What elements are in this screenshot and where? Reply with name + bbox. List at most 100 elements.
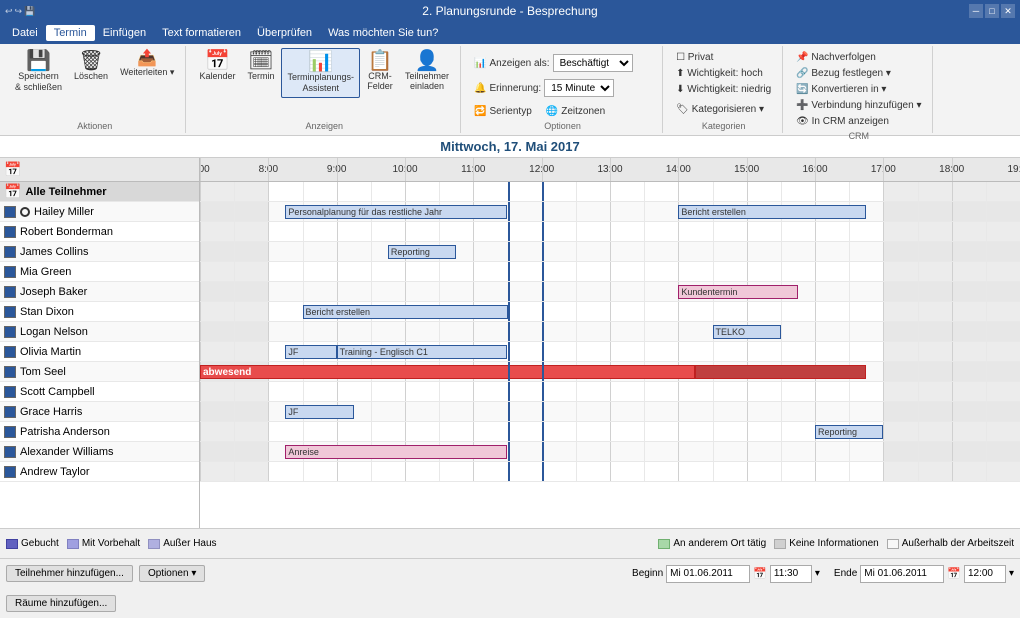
footer-legend: Gebucht Mit Vorbehalt Außer Haus An ande…: [0, 528, 1020, 558]
names-header-icon: 📅: [4, 161, 21, 178]
konvertieren-button[interactable]: 🔄 Konvertieren in ▾: [791, 82, 926, 97]
title-bar: ↩ ↪ 💾 2. Planungsrunde - Besprechung ─ □…: [0, 0, 1020, 22]
participant-row-11: Grace Harris: [0, 402, 199, 422]
legend-keine-info: Keine Informationen: [774, 538, 879, 549]
event-block[interactable]: Training - Englisch C1: [337, 345, 508, 359]
participant-row-6: Stan Dixon: [0, 302, 199, 322]
legend-gebucht: Gebucht: [6, 538, 59, 549]
termin-button[interactable]: 🗓 Termin: [242, 48, 279, 84]
scheduler: 📅 📅Alle TeilnehmerHailey MillerRobert Bo…: [0, 158, 1020, 528]
bezug-button[interactable]: 🔗 Bezug festlegen ▾: [791, 66, 926, 81]
save-close-button[interactable]: 💾 Speichern& schließen: [10, 48, 67, 96]
verbindung-button[interactable]: ➕ Verbindung hinzufügen ▾: [791, 98, 926, 113]
timeline-row-6: Bericht erstellen: [200, 302, 1020, 322]
timeline-row-3: Reporting: [200, 242, 1020, 262]
timeline-row-2: [200, 222, 1020, 242]
participant-row-13: Alexander Williams: [0, 442, 199, 462]
timeline-row-8: JFTraining - Englisch C1: [200, 342, 1020, 362]
time-label-700: 7:00: [200, 164, 210, 175]
event-block[interactable]: Reporting: [388, 245, 456, 259]
second-bottom-bar: Räume hinzufügen...: [0, 588, 1020, 618]
begin-date-input[interactable]: [666, 565, 750, 583]
participant-row-2: Robert Bonderman: [0, 222, 199, 242]
event-block[interactable]: abwesend: [200, 365, 695, 379]
timeline-row-14: [200, 462, 1020, 482]
minimize-button[interactable]: ─: [969, 4, 983, 18]
menu-search[interactable]: Was möchten Sie tun?: [320, 25, 446, 41]
end-time-arrow[interactable]: ▾: [1009, 568, 1014, 579]
serientyp-button[interactable]: 🔁Serientyp: [469, 104, 537, 119]
delete-button[interactable]: 🗑 Löschen: [69, 48, 113, 84]
event-block[interactable]: JF: [285, 405, 353, 419]
participant-row-10: Scott Campbell: [0, 382, 199, 402]
timeline-row-1: Personalplanung für das restliche Jahr Be…: [200, 202, 1020, 222]
timeline-row-9: abwesend: [200, 362, 1020, 382]
timeline-row-11: JF: [200, 402, 1020, 422]
timeline-panel: 7:008:009:0010:0011:0012:0013:0014:0015:…: [200, 158, 1020, 528]
event-block[interactable]: TELKO: [713, 325, 781, 339]
close-button[interactable]: ✕: [1001, 4, 1015, 18]
crm-anzeigen-button[interactable]: 👁 In CRM anzeigen: [791, 114, 926, 129]
ribbon-group-kategorien: ☐ Privat ⬆ Wichtigkeit: hoch ⬇ Wichtigke…: [665, 46, 783, 133]
legend-ausserhalb: Außerhalb der Arbeitszeit: [887, 538, 1014, 549]
forward-button[interactable]: 📤 Weiterleiten ▾: [115, 48, 179, 81]
time-header: 7:008:009:0010:0011:0012:0013:0014:0015:…: [200, 158, 1020, 182]
undo-icon[interactable]: ↩: [5, 6, 13, 17]
add-participant-button[interactable]: Teilnehmer hinzufügen...: [6, 565, 133, 582]
participant-row-14: Andrew Taylor: [0, 462, 199, 482]
timeline-row-10: [200, 382, 1020, 402]
wichtigkeit-niedrig[interactable]: ⬇ Wichtigkeit: niedrig: [671, 82, 776, 97]
end-date-cal-icon[interactable]: 📅: [947, 567, 961, 580]
ribbon: 💾 Speichern& schließen 🗑 Löschen 📤 Weite…: [0, 44, 1020, 136]
end-time-input[interactable]: [964, 565, 1006, 583]
menu-bar: Datei Termin Einfügen Text formatieren Ü…: [0, 22, 1020, 44]
kategorisieren-button[interactable]: 🏷Kategorisieren ▾: [671, 102, 776, 117]
participant-row-0: 📅Alle Teilnehmer: [0, 182, 199, 202]
time-label-1900: 19:00: [1007, 164, 1020, 175]
kalender-button[interactable]: 📅 Kalender: [194, 48, 240, 84]
event-block[interactable]: Reporting: [815, 425, 883, 439]
event-block[interactable]: [695, 365, 866, 379]
nachverfolgen-button[interactable]: 📌 Nachverfolgen: [791, 50, 926, 65]
wichtigkeit-hoch[interactable]: ⬆ Wichtigkeit: hoch: [671, 66, 776, 81]
menu-text-formatieren[interactable]: Text formatieren: [154, 25, 249, 41]
erinnerung-select[interactable]: 🔔Erinnerung: 15 Minuten: [469, 77, 638, 99]
event-block[interactable]: Kundentermin: [678, 285, 798, 299]
legend-mit-vorbehalt: Mit Vorbehalt: [67, 538, 140, 549]
event-block[interactable]: Bericht erstellen: [678, 205, 866, 219]
menu-uberpruefen[interactable]: Überprüfen: [249, 25, 320, 41]
redo-icon[interactable]: ↪: [15, 6, 23, 17]
participant-row-4: Mia Green: [0, 262, 199, 282]
ribbon-group-optionen: 📊Anzeigen als: Beschäftigt 🔔Erinnerung: …: [463, 46, 663, 133]
timeline-row-12: Reporting: [200, 422, 1020, 442]
begin-time-input[interactable]: [770, 565, 812, 583]
event-block[interactable]: Anreise: [285, 445, 507, 459]
terminplanung-button[interactable]: 📊 Terminplanungs-Assistent: [281, 48, 360, 98]
ribbon-group-crm: 📌 Nachverfolgen 🔗 Bezug festlegen ▾ 🔄 Ko…: [785, 46, 933, 133]
event-block[interactable]: Personalplanung für das restliche Jahr: [285, 205, 507, 219]
timeline-row-7: TELKO: [200, 322, 1020, 342]
names-panel: 📅 📅Alle TeilnehmerHailey MillerRobert Bo…: [0, 158, 200, 528]
names-header: 📅: [0, 158, 199, 182]
options-button[interactable]: Optionen ▾: [139, 565, 205, 582]
begin-date-cal-icon[interactable]: 📅: [753, 567, 767, 580]
begin-time-arrow[interactable]: ▾: [815, 568, 820, 579]
event-block[interactable]: JF: [285, 345, 336, 359]
end-date-input[interactable]: [860, 565, 944, 583]
save-quick-icon[interactable]: 💾: [24, 6, 35, 17]
maximize-button[interactable]: □: [985, 4, 999, 18]
anzeigen-als-select[interactable]: 📊Anzeigen als: Beschäftigt: [469, 52, 638, 74]
privat-checkbox[interactable]: ☐ Privat: [671, 50, 776, 65]
event-block[interactable]: Bericht erstellen: [303, 305, 508, 319]
zeitzonen-button[interactable]: 🌐Zeitzonen: [541, 104, 610, 119]
menu-termin[interactable]: Termin: [46, 25, 95, 41]
crm-felder-button[interactable]: 📋 CRM-Felder: [362, 48, 398, 94]
menu-einfuegen[interactable]: Einfügen: [95, 25, 154, 41]
add-room-button[interactable]: Räume hinzufügen...: [6, 595, 116, 612]
timeline-row-5: Kundentermin: [200, 282, 1020, 302]
menu-datei[interactable]: Datei: [4, 25, 46, 41]
ribbon-group-anzeigen: 📅 Kalender 🗓 Termin 📊 Terminplanungs-Ass…: [188, 46, 461, 133]
timeline-row-0: [200, 182, 1020, 202]
teilnehmer-einladen-button[interactable]: 👤 Teilnehmereinladen: [400, 48, 454, 94]
participant-row-1: Hailey Miller: [0, 202, 199, 222]
